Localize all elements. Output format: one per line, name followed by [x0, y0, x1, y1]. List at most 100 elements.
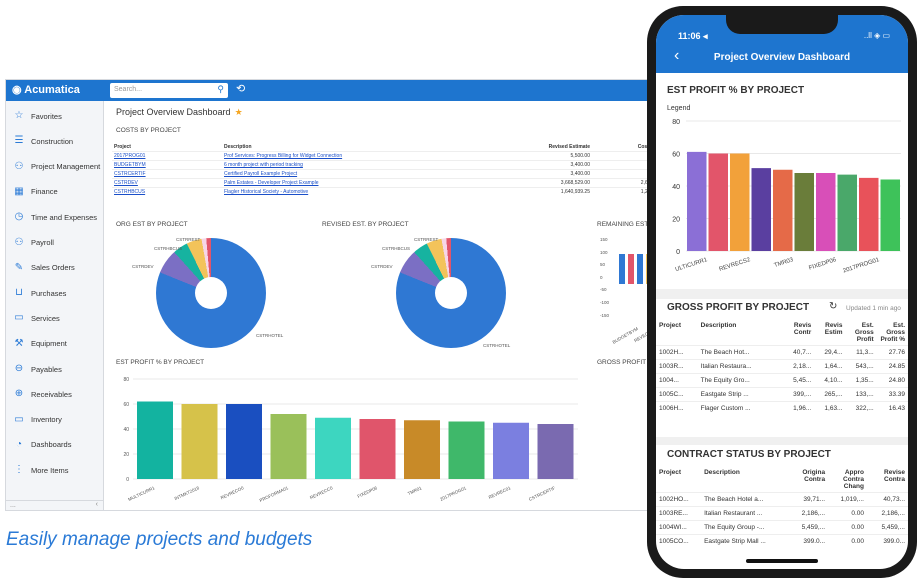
- column-header[interactable]: Revise Contra: [867, 467, 908, 493]
- bar[interactable]: [687, 151, 707, 251]
- bar-revrec01[interactable]: [493, 422, 529, 479]
- x-tick-label: ULTICURR1: [675, 257, 709, 273]
- table-row[interactable]: CSTRCERTIF Certified Payroll Example Proj…: [112, 169, 664, 179]
- sidebar-item-time-and-expenses[interactable]: ◷ Time and Expenses: [6, 207, 104, 227]
- sidebar-item-label: More Items: [31, 465, 69, 475]
- table-row[interactable]: 1003R... Italian Restaura... 2,18... 1,64..…: [656, 359, 908, 374]
- sidebar-item-payables[interactable]: ⊖ Payables: [6, 359, 104, 379]
- table-row[interactable]: CSTRHBCUS Flagler Historical Society - Au…: [112, 187, 664, 196]
- users-icon: ⚇: [14, 236, 24, 248]
- favorite-star-icon[interactable]: ★: [235, 107, 243, 117]
- sidebar-item-favorites[interactable]: ☆ Favorites: [6, 106, 104, 126]
- x-tick-label: REVRECS2: [719, 257, 752, 273]
- table-cell[interactable]: CSTRCERTIF: [112, 169, 222, 179]
- collapse-icon[interactable]: ‹: [96, 501, 98, 508]
- table-cell[interactable]: Certified Payroll Example Project: [222, 169, 462, 179]
- table-row[interactable]: 2017PROG01 Prof Services: Progress Billin…: [112, 151, 664, 161]
- bar[interactable]: [628, 254, 634, 284]
- sidebar-item-label: Favorites: [31, 111, 62, 121]
- table-row[interactable]: 1002HO... The Beach Hotel a... 39,71... 1,0…: [656, 492, 908, 507]
- bar[interactable]: [708, 153, 729, 252]
- search-icon[interactable]: ⚲: [217, 84, 224, 95]
- table-row[interactable]: 1005CO... Eastgate Strip Mall ... 399.0...…: [656, 534, 908, 548]
- column-header[interactable]: Appro Contra Chang: [828, 467, 867, 493]
- bar[interactable]: [751, 168, 772, 251]
- table-cell[interactable]: Palm Estates - Developer Project Example: [222, 178, 462, 188]
- bar[interactable]: [637, 254, 643, 284]
- bar[interactable]: [816, 173, 836, 251]
- refresh-icon[interactable]: ↻: [829, 301, 837, 312]
- sidebar-item-purchases[interactable]: ⊔ Purchases: [6, 283, 104, 303]
- sidebar-item-receivables[interactable]: ⊕ Receivables: [6, 384, 104, 404]
- sidebar-item-label: Services: [31, 313, 60, 323]
- table-cell[interactable]: BUDGETBYM: [112, 160, 222, 170]
- table-cell[interactable]: 6 month project with period tracking: [222, 160, 462, 170]
- bar-revrecc0[interactable]: [315, 417, 351, 479]
- table-row[interactable]: 1004WI... The Equity Group -... 5,459,... 0…: [656, 520, 908, 535]
- column-header[interactable]: Project: [112, 143, 222, 152]
- table-row[interactable]: CSTRDEV Palm Estates - Developer Project …: [112, 178, 664, 188]
- column-header[interactable]: Revis Contr: [783, 320, 814, 346]
- column-header[interactable]: Est. Gross Profit: [845, 320, 876, 346]
- column-header[interactable]: Est. Gross Profit %: [877, 320, 908, 346]
- sidebar-item-construction[interactable]: ☰ Construction: [6, 131, 104, 151]
- column-header[interactable]: Revis Estim: [814, 320, 845, 346]
- column-header[interactable]: Origina Contra: [787, 467, 828, 493]
- rev-pie-hole: [435, 277, 467, 309]
- table-row[interactable]: 1002H... The Beach Hot... 40,7... 29,4... 11…: [656, 345, 908, 360]
- y-tick-label: 20: [123, 452, 129, 458]
- sidebar-item-services[interactable]: ▭ Services: [6, 308, 104, 328]
- bar-2017prog01[interactable]: [448, 421, 485, 480]
- table-row[interactable]: 1005C... Eastgate Strip ... 399,... 265,...…: [656, 387, 908, 402]
- table-row[interactable]: 1003RE... Italian Restaurant ... 2,186,...…: [656, 506, 908, 521]
- table-row[interactable]: 1006H... Flager Custom ... 1,96... 1,63... 3…: [656, 401, 908, 415]
- bar-multicurr1[interactable]: [137, 401, 173, 480]
- sidebar-item-label: Time and Expenses: [31, 212, 98, 222]
- bar-fixedp06[interactable]: [359, 419, 396, 479]
- column-header[interactable]: Description: [698, 320, 783, 346]
- column-header[interactable]: Project: [656, 467, 701, 493]
- sidebar-item-dashboards[interactable]: ◔ Dashboards: [6, 435, 104, 455]
- sidebar-item-label: Equipment: [31, 339, 67, 349]
- pie-label: CSTRREST: [176, 237, 201, 242]
- sidebar-item-more-items[interactable]: ⋮ More Items: [6, 460, 104, 480]
- bar[interactable]: [880, 179, 901, 252]
- bar[interactable]: [794, 173, 815, 251]
- bar[interactable]: [837, 174, 858, 251]
- table-cell: 1004...: [656, 373, 698, 388]
- table-cell[interactable]: CSTRHBCUS: [112, 187, 222, 196]
- status-time: 11:06 ◂: [678, 31, 708, 41]
- table-cell[interactable]: CSTRDEV: [112, 178, 222, 188]
- sidebar-item-sales-orders[interactable]: ✎ Sales Orders: [6, 258, 104, 278]
- home-indicator[interactable]: [746, 559, 818, 563]
- history-icon[interactable]: ⟲: [236, 82, 245, 95]
- axis-tick-label: 0: [600, 274, 603, 280]
- sidebar-footer[interactable]: ... ‹: [6, 500, 104, 510]
- sidebar-item-inventory[interactable]: ▭ Inventory: [6, 410, 104, 430]
- column-header[interactable]: Revised Estimate: [462, 143, 592, 152]
- phone-contract-title: CONTRACT STATUS BY PROJECT: [667, 449, 831, 460]
- bar-proforma01[interactable]: [270, 414, 307, 479]
- sidebar-item-finance[interactable]: ▦ Finance: [6, 182, 104, 202]
- bar-revreco0[interactable]: [226, 404, 262, 479]
- table-cell[interactable]: Prof Services: Progress Billing for Widg…: [222, 151, 462, 161]
- table-row[interactable]: 1004... The Equity Gro... 5,45... 4,10... 1,…: [656, 373, 908, 388]
- bar-intmkt2018[interactable]: [181, 404, 218, 479]
- bar[interactable]: [730, 153, 750, 252]
- table-cell[interactable]: 2017PROG01: [112, 151, 222, 161]
- table-cell[interactable]: Flagler Historical Society - Automotive: [222, 187, 462, 196]
- sidebar-item-project-management[interactable]: ⚇ Project Management: [6, 157, 104, 177]
- bar[interactable]: [773, 169, 793, 251]
- column-header[interactable]: Description: [701, 467, 787, 493]
- sidebar-item-payroll[interactable]: ⚇ Payroll: [6, 233, 104, 253]
- column-header[interactable]: Description: [222, 143, 462, 152]
- sidebar-item-equipment[interactable]: ⚒ Equipment: [6, 334, 104, 354]
- bar[interactable]: [859, 177, 879, 251]
- acumatica-logo[interactable]: ◉ Acumatica: [12, 83, 80, 96]
- table-row[interactable]: BUDGETBYM 6 month project with period tra…: [112, 160, 664, 170]
- bar-cstrcertif[interactable]: [537, 424, 574, 479]
- bar[interactable]: [619, 254, 625, 284]
- column-header[interactable]: Project: [656, 320, 698, 346]
- bar-tmr01[interactable]: [404, 420, 440, 479]
- search-input[interactable]: Search... ⚲: [110, 83, 228, 98]
